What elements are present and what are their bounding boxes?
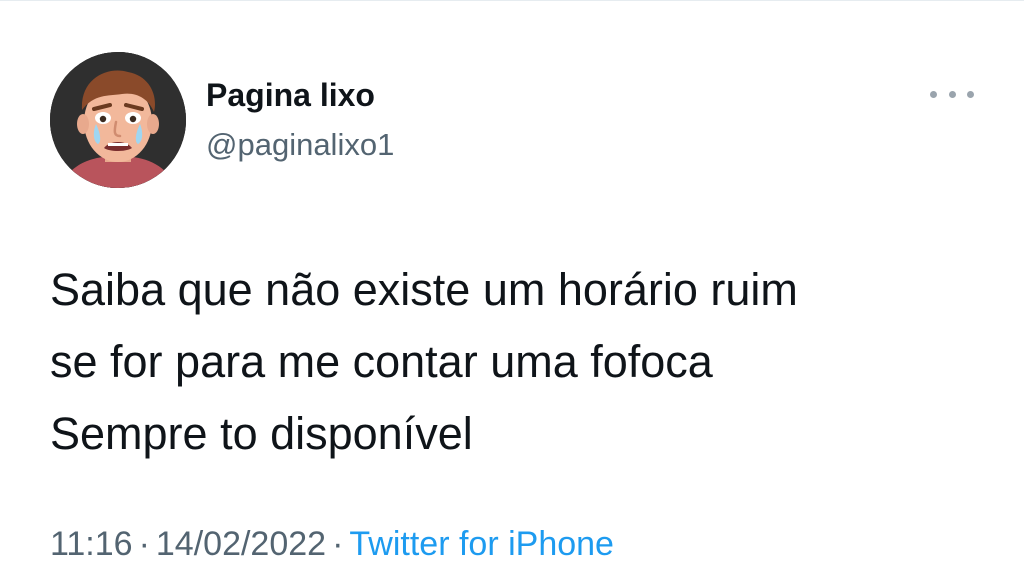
meta-separator: ·: [332, 525, 344, 563]
tweet-text-line: Sempre to disponível: [50, 408, 473, 459]
avatar[interactable]: [50, 52, 186, 188]
tweet-text-line: Saiba que não existe um horário ruim: [50, 264, 798, 315]
tweet-text: Saiba que não existe um horário ruim se …: [50, 254, 990, 470]
tweet-text-line: se for para me contar uma fofoca: [50, 336, 713, 387]
more-options-button[interactable]: [930, 81, 974, 107]
avatar-image: [50, 52, 186, 188]
tweet-card: Pagina lixo @paginalixo1 Saiba que não e…: [0, 0, 1024, 584]
author-display-name[interactable]: Pagina lixo: [206, 77, 375, 114]
tweet-time[interactable]: 11:16: [50, 525, 133, 563]
ellipsis-icon: [930, 90, 937, 98]
ellipsis-icon-dot: [967, 90, 974, 98]
meta-separator: ·: [138, 525, 150, 563]
tweet-date[interactable]: 14/02/2022: [156, 525, 326, 563]
ellipsis-icon-dot: [948, 90, 956, 98]
tweet-source-link[interactable]: Twitter for iPhone: [349, 525, 614, 563]
author-handle[interactable]: @paginalixo1: [206, 127, 394, 163]
tweet-meta: 11:16 · 14/02/2022 · Twitter for iPhone: [50, 525, 614, 564]
